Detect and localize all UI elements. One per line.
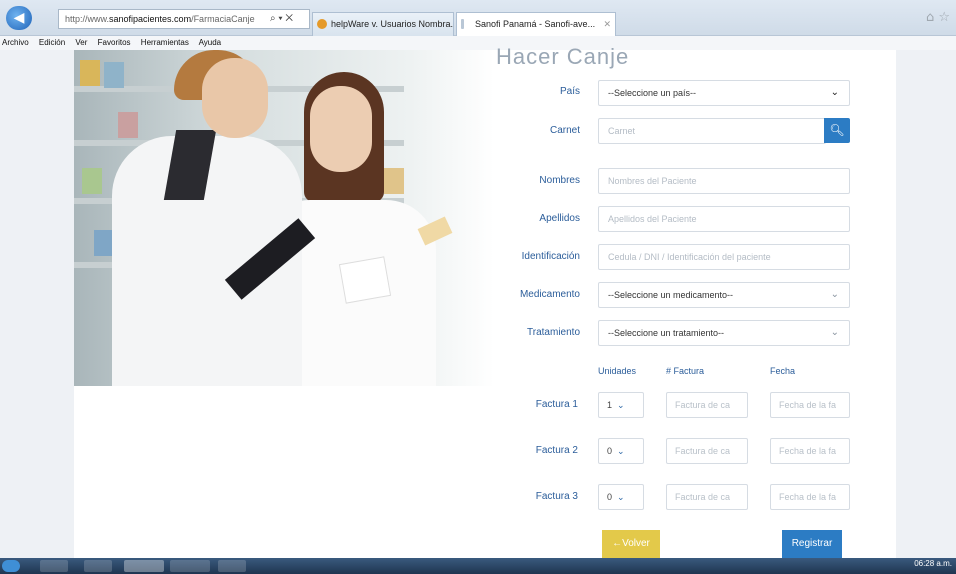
product-box: [118, 112, 138, 138]
col-factura: # Factura: [666, 366, 705, 376]
tab-helpware[interactable]: helpWare v. Usuarios Nombra...: [312, 12, 454, 36]
col-unidades: Unidades: [598, 366, 637, 376]
unidades-value: 0: [607, 446, 613, 456]
url-base: http://www.: [65, 14, 110, 24]
product-box: [82, 168, 102, 194]
factura-1-date-input[interactable]: Fecha de la fa: [770, 392, 850, 418]
menu-ver[interactable]: Ver: [75, 38, 87, 47]
paper: [338, 256, 392, 304]
factura-2-label: Factura 2: [535, 445, 578, 456]
menu-herramientas[interactable]: Herramientas: [141, 38, 189, 47]
taskbar-item[interactable]: [84, 560, 112, 572]
chevron-down-icon: ⌄: [617, 401, 625, 411]
tab-label: Sanofi Panamá - Sanofi-ave...: [475, 19, 596, 29]
pais-select[interactable]: --Seleccione un país-- ⌄: [598, 80, 850, 106]
chevron-down-icon: ⌄: [830, 289, 839, 300]
tratamiento-label: Tratamiento: [527, 327, 580, 338]
apellidos-input[interactable]: Apellidos del Paciente: [598, 206, 850, 232]
factura-1-unidades-select[interactable]: 1 ⌄: [598, 392, 644, 418]
home-star-icons[interactable]: ⌂ ☆: [926, 10, 950, 25]
chevron-down-icon: ⌄: [617, 493, 625, 503]
factura-2-number-input[interactable]: Factura de ca: [666, 438, 748, 464]
menu-archivo[interactable]: Archivo: [2, 38, 29, 47]
windows-taskbar: 06:28 a.m.: [0, 558, 956, 574]
identificacion-label: Identificación: [521, 251, 580, 262]
carnet-label: Carnet: [549, 125, 580, 136]
product-box: [94, 230, 114, 256]
factura-1-label: Factura 1: [535, 399, 578, 410]
pais-value: --Seleccione un país--: [608, 88, 697, 98]
page-title: Hacer Canje: [496, 44, 630, 69]
search-icon: 🔍︎: [829, 123, 845, 137]
menu-ayuda[interactable]: Ayuda: [199, 38, 222, 47]
volver-button[interactable]: ←Volver: [602, 530, 660, 558]
tratamiento-select[interactable]: --Seleccione un tratamiento-- ⌄: [598, 320, 850, 346]
product-box: [104, 62, 124, 88]
menu-bar: Archivo Edición Ver Favoritos Herramient…: [0, 36, 956, 50]
nombres-label: Nombres: [539, 175, 580, 186]
factura-3-label: Factura 3: [535, 491, 578, 502]
factura-2-unidades-select[interactable]: 0 ⌄: [598, 438, 644, 464]
back-arrow-icon[interactable]: ◀: [6, 6, 32, 30]
chevron-down-icon: ⌄: [617, 447, 625, 457]
product-box: [80, 60, 100, 86]
col-fecha: Fecha: [770, 366, 796, 376]
chevron-down-icon: ⌄: [830, 327, 839, 338]
home-icon[interactable]: ⌂: [926, 10, 934, 25]
star-icon[interactable]: ☆: [938, 10, 950, 25]
medicamento-value: --Seleccione un medicamento--: [608, 290, 734, 300]
medicamento-label: Medicamento: [519, 289, 580, 300]
pais-label: País: [559, 86, 580, 97]
pharmacist-face: [310, 86, 372, 172]
menu-edicion[interactable]: Edición: [39, 38, 65, 47]
tratamiento-value: --Seleccione un tratamiento--: [608, 328, 725, 338]
unidades-value: 1: [607, 400, 613, 410]
taskbar-clock: 06:28 a.m.: [914, 559, 952, 568]
factura-3-date-input[interactable]: Fecha de la fa: [770, 484, 850, 510]
search-button[interactable]: 🔍︎: [824, 118, 850, 143]
chevron-down-icon: ⌄: [830, 87, 839, 98]
unidades-value: 0: [607, 492, 613, 502]
ie-icon: [317, 19, 327, 29]
medicamento-select[interactable]: --Seleccione un medicamento-- ⌄: [598, 282, 850, 308]
taskbar-item[interactable]: [40, 560, 68, 572]
apellidos-label: Apellidos: [539, 213, 580, 224]
tab-sanofi[interactable]: Sanofi Panamá - Sanofi-ave... ✕: [456, 12, 616, 36]
nombres-input[interactable]: Nombres del Paciente: [598, 168, 850, 194]
taskbar-item[interactable]: [170, 560, 210, 572]
pharmacy-hero-image: [74, 50, 494, 386]
pharmacist-face: [202, 58, 268, 138]
factura-3-unidades-select[interactable]: 0 ⌄: [598, 484, 644, 510]
factura-2-date-input[interactable]: Fecha de la fa: [770, 438, 850, 464]
close-tab-icon[interactable]: ✕: [603, 13, 611, 35]
url-path: /FarmaciaCanje: [191, 14, 255, 24]
tab-label: helpWare v. Usuarios Nombra...: [331, 19, 454, 29]
taskbar-item[interactable]: [218, 560, 246, 572]
page-icon: [461, 19, 464, 29]
identificacion-input[interactable]: Cedula / DNI / Identificación del pacien…: [598, 244, 850, 270]
product-box: [384, 168, 404, 194]
address-bar-buttons[interactable]: ⌕ ▾ ✕: [270, 9, 293, 29]
factura-3-number-input[interactable]: Factura de ca: [666, 484, 748, 510]
taskbar-item-browser[interactable]: [124, 560, 164, 572]
registrar-button[interactable]: Registrar: [782, 530, 842, 558]
browser-tabbar: ◀ http://www.sanofipacientes.com/Farmaci…: [0, 0, 956, 36]
start-button[interactable]: [2, 560, 20, 572]
carnet-input[interactable]: Carnet: [598, 118, 826, 144]
page-content: Hacer Canje País --Seleccione un país-- …: [74, 44, 896, 558]
url-domain: sanofipacientes.com: [109, 14, 192, 24]
menu-favoritos[interactable]: Favoritos: [98, 38, 131, 47]
factura-1-number-input[interactable]: Factura de ca: [666, 392, 748, 418]
